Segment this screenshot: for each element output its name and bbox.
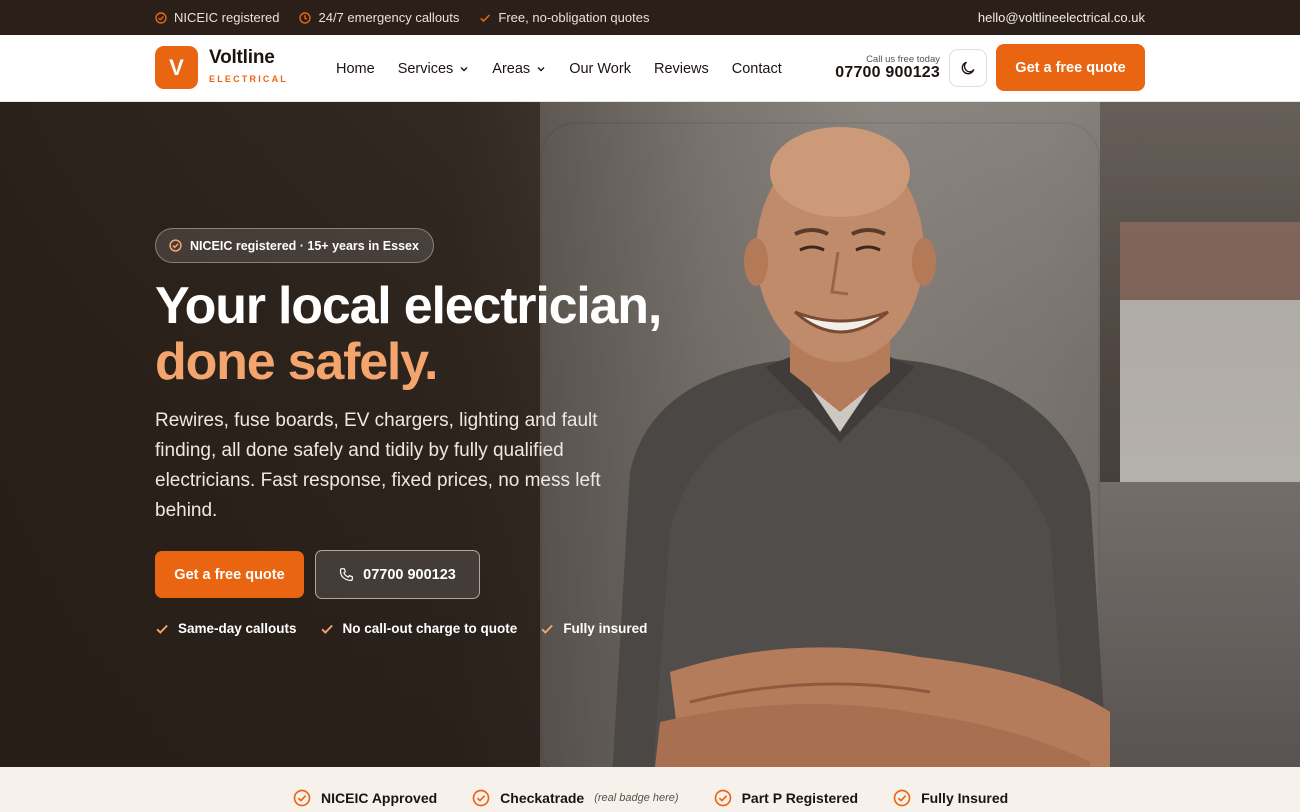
electrician-photo — [612, 127, 1110, 767]
topbar-quotes: Free, no-obligation quotes — [479, 10, 649, 25]
check-circle-icon — [472, 789, 490, 807]
topbar-emergency: 24/7 emergency callouts — [299, 10, 459, 25]
hero-background-house — [1120, 222, 1300, 482]
trust-label: Checkatrade — [500, 790, 585, 806]
check-icon — [541, 624, 554, 634]
check-circle-icon — [293, 789, 311, 807]
theme-toggle-button[interactable] — [949, 49, 987, 87]
topbar-email-link[interactable]: hello@voltlineelectrical.co.uk — [978, 10, 1145, 25]
check-circle-icon — [893, 789, 911, 807]
list-item: No call-out charge to quote — [320, 621, 518, 636]
header-phone-link[interactable]: 07700 900123 — [826, 64, 940, 82]
nav-label: Services — [397, 60, 454, 77]
check-circle-icon — [155, 11, 167, 24]
hero-trust-badge: NICEIC registered · 15+ years in Essex — [155, 228, 434, 263]
nav-item-services[interactable]: Services — [398, 61, 470, 77]
check-label: Same-day callouts — [178, 621, 297, 636]
check-icon — [320, 624, 333, 634]
nav-item-contact[interactable]: Contact — [732, 61, 782, 77]
hero-checklist: Same-day callouts No call-out charge to … — [155, 621, 670, 636]
moon-icon — [961, 61, 975, 75]
check-label: No call-out charge to quote — [342, 621, 518, 636]
hero-title-line1: Your local electrician, — [155, 277, 662, 335]
nav-item-our-work[interactable]: Our Work — [569, 61, 631, 77]
trust-item-checkatrade: Checkatrade (real badge here) — [472, 789, 679, 807]
nav-item-home[interactable]: Home — [336, 61, 375, 77]
logo-mark[interactable]: V — [155, 46, 198, 89]
nav-item-reviews[interactable]: Reviews — [654, 61, 709, 77]
trust-label: Fully Insured — [921, 790, 1009, 806]
top-bar: NICEIC registered 24/7 emergency callout… — [0, 0, 1300, 35]
hero-title-line2: done safely. — [155, 333, 438, 391]
hero-phone-label: 07700 900123 — [363, 566, 456, 583]
check-icon — [156, 624, 168, 634]
header-quote-button[interactable]: Get a free quote — [996, 44, 1145, 91]
nav-item-areas[interactable]: Areas — [492, 61, 546, 77]
topbar-item-label: Free, no-obligation quotes — [498, 10, 650, 25]
check-label: Fully insured — [563, 621, 648, 636]
hero-background-road — [1100, 482, 1300, 767]
hero-section: NICEIC registered · 15+ years in Essex Y… — [0, 102, 1300, 767]
trust-item-niceic: NICEIC Approved — [293, 789, 437, 807]
hero-badge-label: NICEIC registered · 15+ years in Essex — [190, 238, 419, 253]
chevron-down-icon — [537, 66, 545, 71]
hero-phone-button[interactable]: 07700 900123 — [315, 550, 480, 599]
nav-label: Home — [336, 60, 375, 77]
nav-label: Reviews — [653, 60, 709, 77]
topbar-item-label: NICEIC registered — [174, 10, 280, 25]
logo-brand-sub: ELECTRICAL — [209, 74, 288, 84]
list-item: Fully insured — [540, 621, 647, 636]
phone-icon — [340, 568, 354, 582]
hero-lead-text: Rewires, fuse boards, EV chargers, light… — [155, 410, 601, 521]
site-header: V Voltline ELECTRICAL Home Services Area… — [0, 35, 1300, 102]
hero-quote-button[interactable]: Get a free quote — [155, 551, 304, 598]
logo-brand-name[interactable]: Voltline — [209, 47, 275, 69]
trust-strip: NICEIC Approved Checkatrade (real badge … — [0, 767, 1300, 812]
list-item: Same-day callouts — [155, 621, 297, 636]
chevron-down-icon — [460, 66, 468, 71]
check-icon — [480, 13, 491, 22]
clock-icon — [299, 11, 312, 24]
trust-note: (real badge here) — [594, 792, 679, 804]
topbar-niceic: NICEIC registered — [155, 10, 279, 25]
nav-label: Areas — [492, 60, 531, 77]
topbar-item-label: 24/7 emergency callouts — [318, 10, 460, 25]
check-circle-icon — [714, 789, 731, 807]
trust-label: NICEIC Approved — [321, 790, 438, 806]
trust-item-part-p: Part P Registered — [714, 789, 858, 807]
trust-label: Part P Registered — [741, 790, 859, 806]
check-circle-icon — [169, 239, 182, 252]
main-nav: Home Services Areas Our Work Reviews Con… — [336, 35, 805, 102]
nav-label: Our Work — [569, 60, 631, 77]
nav-label: Contact — [731, 60, 782, 77]
trust-item-insured: Fully Insured — [893, 789, 1008, 807]
